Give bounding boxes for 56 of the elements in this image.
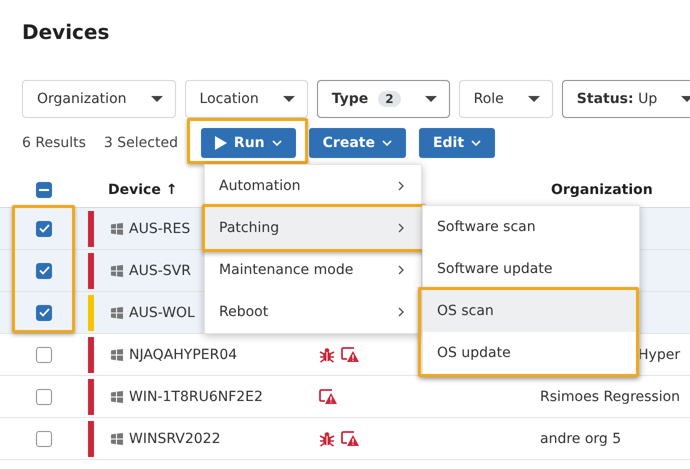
chevron-down-icon (471, 138, 482, 148)
checkmark-icon (38, 308, 50, 317)
caret-icon (681, 96, 690, 102)
caret-icon (150, 96, 163, 102)
row-checkbox[interactable] (36, 430, 52, 446)
results-count: 6 Results (22, 135, 86, 151)
menu-item[interactable]: Reboot (205, 291, 421, 333)
column-header[interactable]: Organization (551, 182, 653, 198)
caret-icon (424, 96, 437, 102)
windows-icon (111, 306, 123, 318)
chevron-right-icon (397, 265, 405, 275)
count-badge: 2 (378, 91, 401, 107)
row-checkbox[interactable] (36, 346, 52, 362)
checkmark-icon (38, 266, 50, 275)
filter-dropdown[interactable]: Status: Up (562, 80, 690, 118)
filter-dropdown[interactable]: Location (184, 80, 308, 118)
checkmark-icon (38, 224, 50, 233)
menu-item[interactable]: OS update (423, 332, 639, 374)
windows-icon (111, 390, 123, 402)
dropdown-button[interactable]: Create (308, 128, 406, 158)
menu-item[interactable]: Maintenance mode (205, 249, 421, 291)
chevron-down-icon (272, 138, 282, 148)
windows-icon (111, 264, 123, 276)
chevron-right-icon (397, 223, 405, 233)
minus-icon (39, 188, 49, 190)
run-button[interactable]: Run (200, 128, 296, 158)
device-name[interactable]: NJAQAHYPER04 (129, 346, 309, 362)
row-checkbox[interactable] (36, 262, 52, 278)
page-title: Devices (21, 19, 110, 41)
windows-icon (111, 348, 123, 360)
row-checkbox[interactable] (36, 220, 52, 236)
filter-dropdown[interactable]: Type 2 (316, 80, 450, 118)
organization-cell: Rsimoes Regression (540, 388, 680, 404)
organization-cell: andre org 5 (540, 430, 622, 446)
chevron-down-icon (382, 138, 392, 148)
menu-item[interactable]: Software update (423, 248, 639, 290)
device-name[interactable]: WIN-1T8RU6NF2E2 (129, 388, 309, 404)
caret-icon (282, 96, 295, 102)
chevron-right-icon (397, 307, 405, 317)
organization-cell: Hyper (638, 346, 680, 362)
caret-icon (528, 96, 540, 102)
row-checkbox[interactable] (36, 304, 52, 320)
menu-item[interactable]: Software scan (423, 206, 639, 248)
menu-item[interactable]: Automation (205, 165, 421, 207)
selected-count: 3 Selected (104, 135, 179, 151)
menu-item[interactable]: Patching (205, 207, 421, 249)
windows-icon (111, 222, 123, 234)
select-all-checkbox[interactable] (36, 182, 52, 198)
chevron-right-icon (397, 181, 405, 191)
filter-dropdown[interactable]: Organization (22, 80, 176, 118)
filter-dropdown[interactable]: Role (458, 80, 553, 118)
dropdown-button[interactable]: Edit (418, 128, 496, 158)
play-icon (214, 136, 227, 150)
windows-icon (111, 432, 123, 444)
device-name[interactable]: WINSRV2022 (129, 430, 309, 446)
row-checkbox[interactable] (36, 388, 52, 404)
